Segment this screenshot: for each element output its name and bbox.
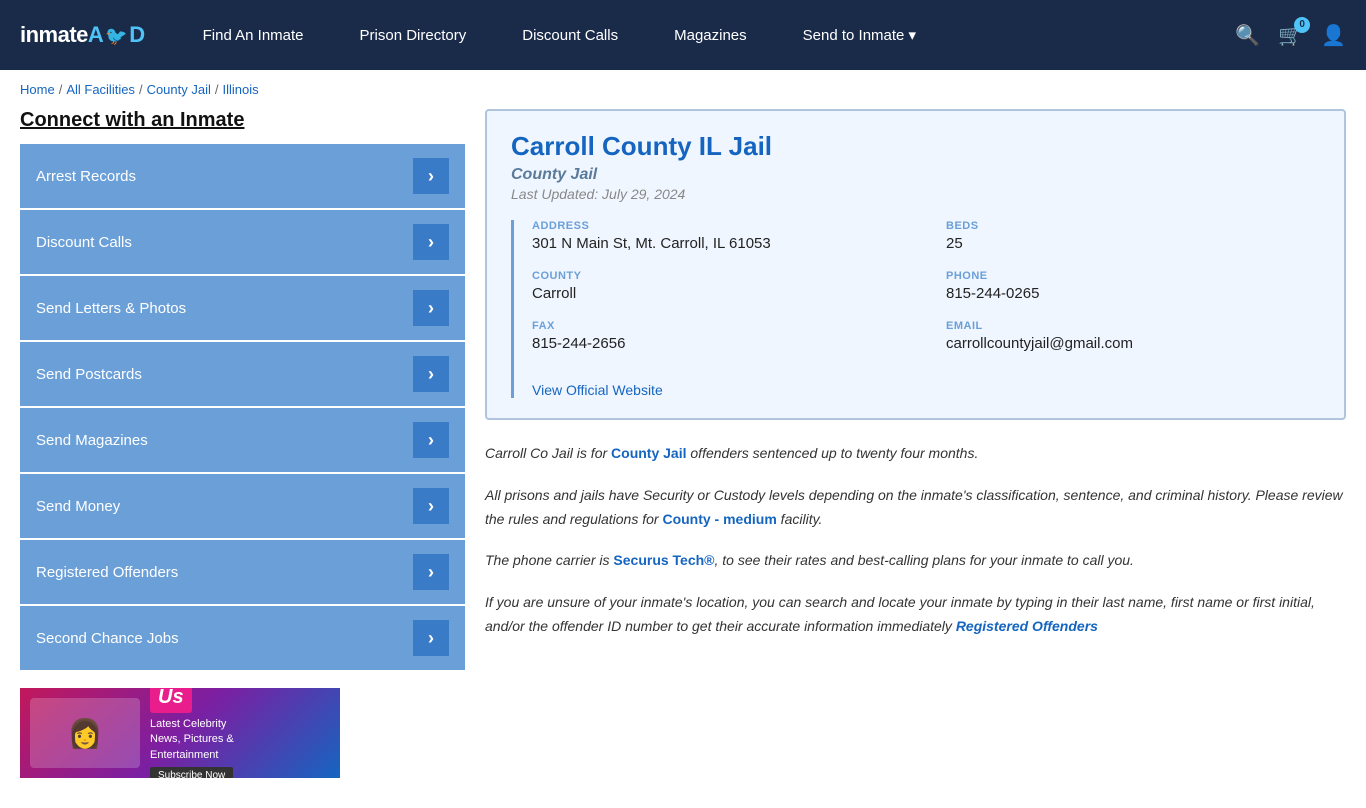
desc-p3-bold: Securus Tech® bbox=[613, 552, 714, 568]
address-label: ADDRESS bbox=[532, 220, 906, 232]
facility-type: County Jail bbox=[511, 166, 1320, 184]
main-content: Carroll County IL Jail County Jail Last … bbox=[485, 109, 1346, 778]
desc-p1-after: offenders sentenced up to twenty four mo… bbox=[687, 445, 979, 461]
arrow-icon: › bbox=[413, 356, 449, 392]
breadcrumb-illinois[interactable]: Illinois bbox=[223, 82, 259, 97]
main-layout: Connect with an Inmate Arrest Records › … bbox=[0, 109, 1366, 808]
email-label: EMAIL bbox=[946, 320, 1320, 332]
user-icon[interactable]: 👤 bbox=[1321, 23, 1346, 48]
arrow-icon: › bbox=[413, 554, 449, 590]
description-p4: If you are unsure of your inmate's locat… bbox=[485, 591, 1346, 639]
sidebar: Connect with an Inmate Arrest Records › … bbox=[20, 109, 465, 778]
beds-label: BEDS bbox=[946, 220, 1320, 232]
beds-group: BEDS 25 bbox=[946, 220, 1320, 252]
ad-text: Latest CelebrityNews, Pictures &Entertai… bbox=[150, 717, 234, 763]
breadcrumb-county-jail[interactable]: County Jail bbox=[147, 82, 211, 97]
facility-updated: Last Updated: July 29, 2024 bbox=[511, 186, 1320, 202]
email-group: EMAIL carrollcountyjail@gmail.com bbox=[946, 320, 1320, 352]
fax-value: 815-244-2656 bbox=[532, 335, 906, 352]
sidebar-item-registered-offenders[interactable]: Registered Offenders › bbox=[20, 540, 465, 604]
sidebar-item-label: Send Magazines bbox=[36, 432, 148, 449]
sidebar-item-label: Registered Offenders bbox=[36, 564, 178, 581]
county-group: COUNTY Carroll bbox=[532, 270, 906, 302]
address-group: ADDRESS 301 N Main St, Mt. Carroll, IL 6… bbox=[532, 220, 906, 252]
facility-description: Carroll Co Jail is for County Jail offen… bbox=[485, 442, 1346, 639]
nav-discount-calls[interactable]: Discount Calls bbox=[494, 0, 646, 70]
sidebar-item-label: Discount Calls bbox=[36, 234, 132, 251]
phone-value: 815-244-0265 bbox=[946, 285, 1320, 302]
desc-p4-bold[interactable]: Registered Offenders bbox=[956, 618, 1098, 634]
desc-p2-bold: County - medium bbox=[662, 511, 776, 527]
sidebar-item-send-magazines[interactable]: Send Magazines › bbox=[20, 408, 465, 472]
advertisement: 👩 Us Latest CelebrityNews, Pictures &Ent… bbox=[20, 688, 340, 778]
arrow-icon: › bbox=[413, 158, 449, 194]
desc-p1-before: Carroll Co Jail is for bbox=[485, 445, 611, 461]
breadcrumb-all-facilities[interactable]: All Facilities bbox=[66, 82, 135, 97]
phone-label: PHONE bbox=[946, 270, 1320, 282]
phone-group: PHONE 815-244-0265 bbox=[946, 270, 1320, 302]
cart-badge: 0 bbox=[1294, 17, 1310, 33]
sidebar-menu: Arrest Records › Discount Calls › Send L… bbox=[20, 144, 465, 670]
sidebar-item-arrest-records[interactable]: Arrest Records › bbox=[20, 144, 465, 208]
sidebar-item-label: Send Postcards bbox=[36, 366, 142, 383]
sidebar-item-label: Send Money bbox=[36, 498, 120, 515]
county-value: Carroll bbox=[532, 285, 906, 302]
logo-text: inmateA🐦D bbox=[20, 22, 145, 48]
fax-group: FAX 815-244-2656 bbox=[532, 320, 906, 352]
facility-details: ADDRESS 301 N Main St, Mt. Carroll, IL 6… bbox=[511, 220, 1320, 398]
sidebar-item-send-money[interactable]: Send Money › bbox=[20, 474, 465, 538]
arrow-icon: › bbox=[413, 290, 449, 326]
logo[interactable]: inmateA🐦D bbox=[20, 22, 145, 48]
facility-card: Carroll County IL Jail County Jail Last … bbox=[485, 109, 1346, 420]
nav-find-inmate[interactable]: Find An Inmate bbox=[175, 0, 332, 70]
view-official-website-link[interactable]: View Official Website bbox=[532, 382, 663, 398]
header-icons: 🔍 🛒 0 👤 bbox=[1235, 23, 1346, 48]
ad-subscribe-button[interactable]: Subscribe Now bbox=[150, 767, 233, 778]
nav-send-to-inmate[interactable]: Send to Inmate ▾ bbox=[775, 0, 944, 70]
sidebar-title: Connect with an Inmate bbox=[20, 109, 465, 132]
sidebar-item-send-letters[interactable]: Send Letters & Photos › bbox=[20, 276, 465, 340]
site-header: inmateA🐦D Find An Inmate Prison Director… bbox=[0, 0, 1366, 70]
sidebar-item-second-chance-jobs[interactable]: Second Chance Jobs › bbox=[20, 606, 465, 670]
county-label: COUNTY bbox=[532, 270, 906, 282]
beds-value: 25 bbox=[946, 235, 1320, 252]
ad-content: Us Latest CelebrityNews, Pictures &Enter… bbox=[150, 688, 234, 778]
breadcrumb-home[interactable]: Home bbox=[20, 82, 55, 97]
sidebar-item-send-postcards[interactable]: Send Postcards › bbox=[20, 342, 465, 406]
nav-prison-directory[interactable]: Prison Directory bbox=[332, 0, 495, 70]
description-p1: Carroll Co Jail is for County Jail offen… bbox=[485, 442, 1346, 466]
sidebar-item-discount-calls[interactable]: Discount Calls › bbox=[20, 210, 465, 274]
desc-p2-text: All prisons and jails have Security or C… bbox=[485, 487, 1343, 527]
sidebar-item-label: Send Letters & Photos bbox=[36, 300, 186, 317]
breadcrumb: Home / All Facilities / County Jail / Il… bbox=[0, 70, 1366, 109]
desc-p2-after: facility. bbox=[777, 511, 823, 527]
sidebar-item-label: Second Chance Jobs bbox=[36, 630, 179, 647]
arrow-icon: › bbox=[413, 620, 449, 656]
address-value: 301 N Main St, Mt. Carroll, IL 61053 bbox=[532, 235, 906, 252]
desc-p3-after: , to see their rates and best-calling pl… bbox=[715, 552, 1134, 568]
search-icon[interactable]: 🔍 bbox=[1235, 23, 1260, 48]
arrow-icon: › bbox=[413, 224, 449, 260]
arrow-icon: › bbox=[413, 422, 449, 458]
desc-p1-bold: County Jail bbox=[611, 445, 686, 461]
cart-icon[interactable]: 🛒 0 bbox=[1278, 23, 1303, 48]
nav-magazines[interactable]: Magazines bbox=[646, 0, 775, 70]
facility-name: Carroll County IL Jail bbox=[511, 131, 1320, 162]
desc-p4-text: If you are unsure of your inmate's locat… bbox=[485, 594, 1315, 634]
email-value: carrollcountyjail@gmail.com bbox=[946, 335, 1320, 352]
ad-logo: Us bbox=[150, 688, 192, 713]
ad-image: 👩 bbox=[30, 698, 140, 768]
sidebar-item-label: Arrest Records bbox=[36, 168, 136, 185]
main-nav: Find An Inmate Prison Directory Discount… bbox=[175, 0, 1236, 70]
website-group: View Official Website bbox=[532, 370, 1320, 398]
arrow-icon: › bbox=[413, 488, 449, 524]
description-p2: All prisons and jails have Security or C… bbox=[485, 484, 1346, 532]
fax-label: FAX bbox=[532, 320, 906, 332]
description-p3: The phone carrier is Securus Tech®, to s… bbox=[485, 549, 1346, 573]
desc-p3-before: The phone carrier is bbox=[485, 552, 613, 568]
